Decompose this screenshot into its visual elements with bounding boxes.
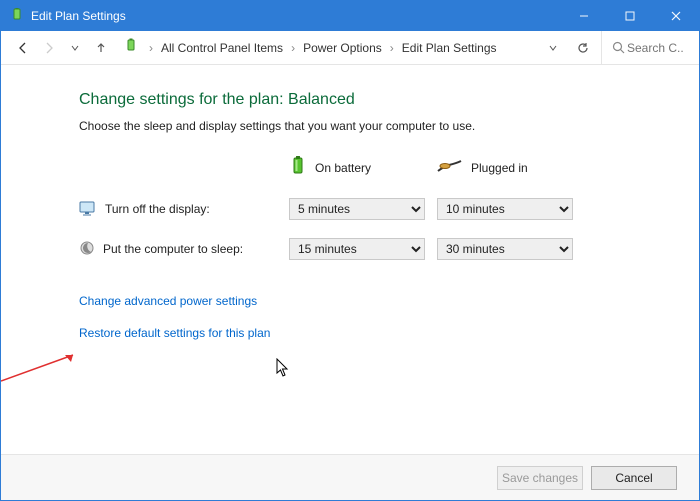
- page-heading: Change settings for the plan: Balanced: [79, 91, 699, 109]
- page-subheading: Choose the sleep and display settings th…: [79, 119, 699, 133]
- row-label-text: Put the computer to sleep:: [103, 242, 243, 256]
- maximize-button[interactable]: [607, 1, 653, 31]
- forward-button[interactable]: [37, 36, 61, 60]
- settings-grid: On battery Plugged in Turn off the displ…: [79, 155, 699, 260]
- moon-icon: [79, 240, 95, 259]
- save-button[interactable]: Save changes: [497, 466, 583, 490]
- chevron-right-icon: ›: [386, 41, 398, 55]
- back-button[interactable]: [11, 36, 35, 60]
- row-label-display: Turn off the display:: [79, 200, 289, 219]
- search-icon: [612, 41, 625, 54]
- breadcrumb-item[interactable]: All Control Panel Items: [159, 39, 285, 57]
- footer: Save changes Cancel: [1, 454, 699, 500]
- titlebar: Edit Plan Settings: [1, 1, 699, 31]
- close-button[interactable]: [653, 1, 699, 31]
- search-input[interactable]: [625, 40, 685, 56]
- sleep-plugged-select[interactable]: 30 minutes: [437, 238, 573, 260]
- annotation-arrow: [1, 353, 81, 383]
- address-dropdown[interactable]: [541, 36, 565, 60]
- row-label-sleep: Put the computer to sleep:: [79, 240, 289, 259]
- display-battery-select[interactable]: 5 minutes: [289, 198, 425, 220]
- column-header-plugged: Plugged in: [437, 159, 577, 176]
- recent-dropdown[interactable]: [63, 36, 87, 60]
- up-button[interactable]: [89, 36, 113, 60]
- display-plugged-select[interactable]: 10 minutes: [437, 198, 573, 220]
- content-area: Change settings for the plan: Balanced C…: [1, 65, 699, 454]
- row-label-text: Turn off the display:: [105, 202, 210, 216]
- breadcrumb-icon: [123, 38, 139, 57]
- search-box[interactable]: [601, 31, 691, 65]
- monitor-icon: [79, 200, 97, 219]
- plug-icon: [437, 159, 463, 176]
- links-section: Change advanced power settings Restore d…: [79, 294, 699, 340]
- cancel-button[interactable]: Cancel: [591, 466, 677, 490]
- navbar: › All Control Panel Items › Power Option…: [1, 31, 699, 65]
- refresh-button[interactable]: [571, 36, 595, 60]
- window-title: Edit Plan Settings: [31, 9, 126, 23]
- battery-icon: [289, 155, 307, 180]
- sleep-battery-select[interactable]: 15 minutes: [289, 238, 425, 260]
- breadcrumb-item[interactable]: Edit Plan Settings: [400, 39, 499, 57]
- chevron-right-icon: ›: [287, 41, 299, 55]
- app-icon: [7, 8, 27, 25]
- window: Edit Plan Settings › All Control Panel I…: [0, 0, 700, 501]
- restore-defaults-link[interactable]: Restore default settings for this plan: [79, 326, 699, 340]
- breadcrumb-item[interactable]: Power Options: [301, 39, 384, 57]
- chevron-right-icon: ›: [145, 41, 157, 55]
- column-header-battery: On battery: [289, 155, 429, 180]
- advanced-settings-link[interactable]: Change advanced power settings: [79, 294, 699, 308]
- cursor-icon: [276, 358, 292, 378]
- column-label: Plugged in: [471, 161, 528, 175]
- column-label: On battery: [315, 161, 371, 175]
- minimize-button[interactable]: [561, 1, 607, 31]
